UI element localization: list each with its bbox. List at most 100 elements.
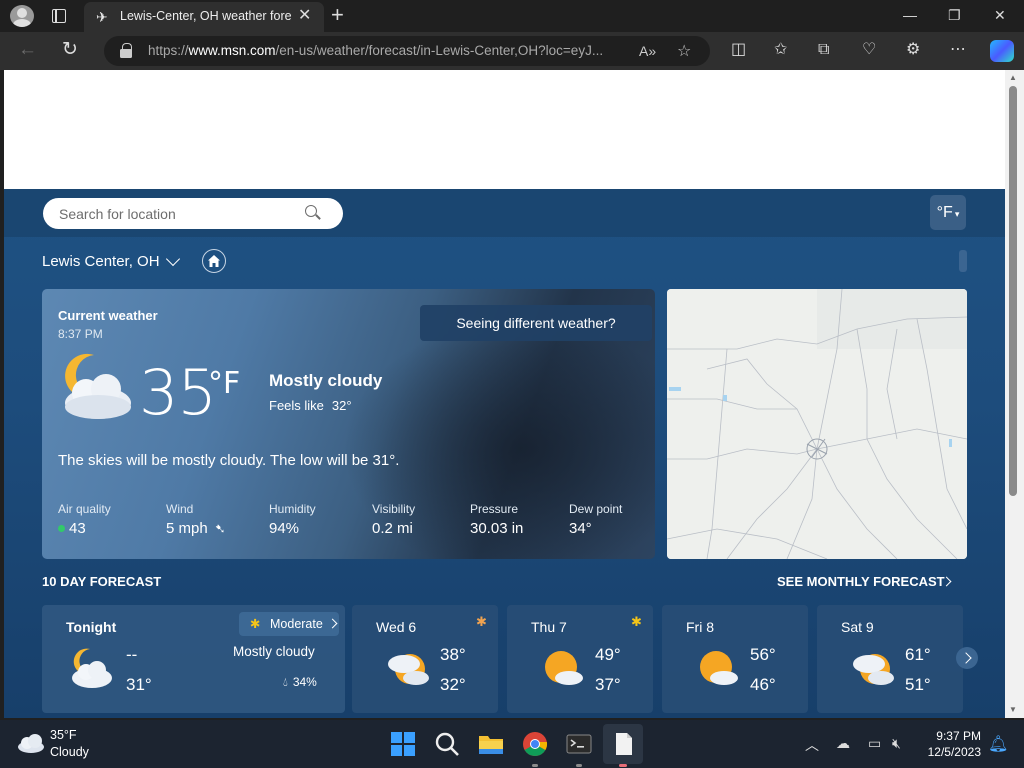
- browser-essentials-icon[interactable]: ♡: [862, 41, 876, 59]
- show-hidden-icons-chevron-icon[interactable]: ︿: [805, 735, 819, 755]
- forecast-high: 38°: [440, 645, 466, 664]
- taskbar-weather-condition[interactable]: Cloudy: [50, 745, 89, 759]
- forecast-day: Thu 7: [531, 619, 567, 635]
- title-bar: ✈ Lewis-Center, OH weather forecast ✕ + …: [0, 0, 1024, 32]
- refresh-button[interactable]: ↻: [62, 39, 78, 61]
- map-roads: [667, 289, 967, 559]
- aq-sun-icon: ✱: [631, 614, 642, 629]
- address-bar[interactable]: https://www.msn.com/en-us/weather/foreca…: [104, 36, 710, 66]
- forecast-card-thu[interactable]: Thu 7 ✱ 49° 37°: [507, 605, 653, 713]
- lock-icon[interactable]: [120, 43, 132, 58]
- onedrive-icon[interactable]: ☁: [836, 735, 850, 752]
- forecast-card-fri[interactable]: Fri 8 56° 46°: [662, 605, 808, 713]
- forecast-low: 32°: [440, 675, 466, 694]
- aq-sun-icon: ✱: [250, 617, 261, 631]
- active-app-indicator: [619, 764, 627, 767]
- aq-sun-icon: ✱: [476, 614, 487, 629]
- new-tab-button[interactable]: +: [331, 3, 344, 27]
- current-weather-card: Current weather 8:37 PM Seeing different…: [42, 289, 655, 559]
- notification-bell-icon[interactable]: 🔔︎: [988, 734, 1008, 754]
- seeing-different-weather-button[interactable]: Seeing different weather?: [420, 305, 652, 341]
- forecast-title: 10 DAY FORECAST: [42, 574, 162, 589]
- running-app-indicator: [576, 764, 582, 767]
- forecast-card-sat[interactable]: Sat 9 61° 51°: [817, 605, 963, 713]
- search-input[interactable]: [59, 205, 299, 223]
- chrome-icon[interactable]: [519, 728, 551, 760]
- chevron-right-icon: [327, 618, 338, 629]
- favorites-icon[interactable]: ✩: [774, 41, 787, 59]
- restore-button[interactable]: ❐: [948, 6, 961, 24]
- notepad-icon[interactable]: [607, 728, 639, 760]
- current-time: 8:37 PM: [58, 327, 103, 341]
- taskbar-weather-cloud-icon[interactable]: [16, 732, 46, 754]
- scroll-up-arrow-icon[interactable]: ▲: [1009, 73, 1017, 82]
- msn-favicon-icon: ✈: [96, 9, 108, 25]
- taskbar-time[interactable]: 9:37 PM: [935, 729, 981, 743]
- stat-wind[interactable]: Wind 5 mph ➷: [166, 502, 226, 537]
- tab-close-icon[interactable]: ✕: [298, 7, 311, 25]
- stat-visibility[interactable]: Visibility 0.2 mi: [372, 502, 415, 537]
- running-app-indicator: [532, 764, 538, 767]
- tab-title: Lewis-Center, OH weather forecast: [120, 9, 292, 23]
- weather-map[interactable]: [667, 289, 967, 559]
- profile-avatar[interactable]: [10, 5, 34, 27]
- forecast-high: 49°: [595, 645, 621, 664]
- home-icon: [208, 255, 220, 267]
- sun-cloud-icon: [853, 654, 894, 685]
- scroll-down-arrow-icon[interactable]: ▼: [1009, 705, 1017, 714]
- copilot-icon[interactable]: [990, 40, 1014, 62]
- raindrop-icon: 💧︎: [283, 675, 288, 689]
- location-search[interactable]: [43, 198, 343, 229]
- scrollbar-thumb[interactable]: [1009, 86, 1017, 496]
- split-screen-icon[interactable]: ◫: [731, 41, 746, 59]
- home-location-button[interactable]: [202, 249, 226, 273]
- forecast-next-button[interactable]: [956, 647, 978, 669]
- back-button[interactable]: ←: [18, 39, 37, 61]
- aq-status-dot: [58, 525, 65, 532]
- collections-icon[interactable]: ⧉: [818, 41, 829, 59]
- search-icon[interactable]: [305, 205, 321, 221]
- close-window-button[interactable]: ✕: [994, 6, 1006, 24]
- forecast-condition: Mostly cloudy: [233, 644, 315, 659]
- file-explorer-icon[interactable]: [475, 728, 507, 760]
- favorite-star-icon[interactable]: ☆: [677, 41, 691, 61]
- sun-cloud-icon: [388, 654, 429, 685]
- forecast-day: Sat 9: [841, 619, 874, 635]
- wind-direction-icon: ➷: [214, 521, 226, 536]
- forecast-low: 31°: [126, 675, 152, 694]
- forecast-day: Tonight: [66, 619, 117, 635]
- forecast-card-wed[interactable]: Wed 6 ✱ 38° 32°: [352, 605, 498, 713]
- feels-like: Feels like 32°: [269, 398, 352, 413]
- air-quality-badge[interactable]: ✱ Moderate: [239, 612, 339, 636]
- network-icon[interactable]: ▭: [868, 735, 881, 752]
- stat-dew-point[interactable]: Dew point 34°: [569, 502, 622, 537]
- stat-humidity[interactable]: Humidity 94%: [269, 502, 316, 537]
- terminal-icon[interactable]: [563, 728, 595, 760]
- unit-toggle-button[interactable]: °F ▾: [930, 195, 966, 230]
- taskbar-weather-temp[interactable]: 35°F: [50, 728, 77, 742]
- monthly-forecast-link[interactable]: SEE MONTHLY FORECAST: [777, 574, 945, 589]
- browser-tab[interactable]: ✈ Lewis-Center, OH weather forecast ✕: [84, 2, 324, 32]
- moon-cloud-icon: [72, 648, 112, 688]
- stat-pressure[interactable]: Pressure 30.03 in: [470, 502, 523, 537]
- tab-actions-icon[interactable]: [52, 9, 66, 23]
- windows-start-icon[interactable]: [387, 728, 419, 760]
- page-scroll-indicator[interactable]: [959, 250, 967, 272]
- sun-cloud-icon: [700, 651, 738, 685]
- windows-taskbar: 35°F Cloudy ︿ ☁ ▭ 🔇︎ 9:37 PM 12/5/2023 🔔…: [0, 720, 1024, 768]
- taskbar-date[interactable]: 12/5/2023: [916, 745, 981, 759]
- temperature-unit: °F: [208, 366, 241, 401]
- location-name[interactable]: Lewis Center, OH: [42, 253, 160, 270]
- stat-air-quality[interactable]: Air quality 43: [58, 502, 111, 537]
- forecast-card-tonight[interactable]: Tonight ✱ Moderate -- 31° Mostly cloudy …: [42, 605, 345, 713]
- extensions-icon[interactable]: ⚙: [906, 41, 920, 59]
- forecast-low: 37°: [595, 675, 621, 694]
- volume-muted-icon[interactable]: 🔇︎: [892, 735, 901, 752]
- url-text[interactable]: https://www.msn.com/en-us/weather/foreca…: [148, 43, 624, 58]
- precipitation-chance: 💧︎ 34%: [283, 675, 317, 689]
- more-menu-icon[interactable]: ⋯: [950, 41, 966, 59]
- taskbar-search-icon[interactable]: [431, 728, 463, 760]
- read-aloud-icon[interactable]: A»: [639, 43, 656, 59]
- page-content: °F▾ Lewis Center, OH Current weather 8:3…: [4, 70, 1005, 718]
- minimize-button[interactable]: —: [903, 6, 917, 24]
